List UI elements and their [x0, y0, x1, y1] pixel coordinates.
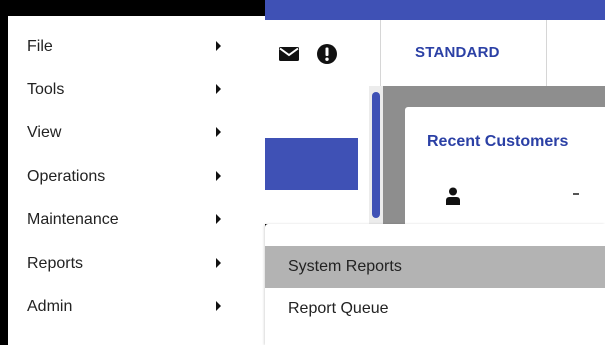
menu-item-reports[interactable]: Reports	[8, 249, 265, 292]
submenu-item-label: Report Queue	[288, 300, 389, 317]
submenu-item-label: System Reports	[288, 258, 402, 275]
menu-item-label: View	[27, 124, 62, 141]
menu-item-label: Maintenance	[27, 211, 119, 228]
left-panel-selected-bar[interactable]	[265, 138, 358, 190]
card-title: Recent Customers	[427, 133, 569, 150]
chevron-right-icon	[216, 127, 221, 137]
user-icon	[445, 187, 461, 205]
chevron-right-icon	[216, 171, 221, 181]
reports-submenu: System Reports Report Queue	[265, 224, 605, 345]
menu-item-tools[interactable]: Tools	[8, 75, 265, 118]
tab-standard-label: STANDARD	[415, 44, 500, 61]
mail-icon[interactable]	[277, 42, 301, 66]
menu-item-label: Operations	[27, 168, 106, 185]
recent-customers-card: Recent Customers	[405, 107, 605, 224]
menu-item-view[interactable]: View	[8, 118, 265, 161]
app-top-bar	[265, 0, 605, 20]
screen: STANDARD Recent Customers File Tools Vie…	[0, 0, 605, 345]
submenu-item-report-queue[interactable]: Report Queue	[265, 288, 605, 330]
tab-standard[interactable]: STANDARD	[380, 20, 547, 86]
app-header: STANDARD	[265, 20, 605, 87]
sort-indicator	[573, 193, 579, 195]
menu-item-label: Reports	[27, 255, 84, 272]
menu-item-label: Tools	[27, 81, 65, 98]
submenu-item-system-reports[interactable]: System Reports	[265, 246, 605, 288]
menu-item-file[interactable]: File	[8, 32, 265, 75]
chevron-right-icon	[216, 214, 221, 224]
main-menu: File Tools View Operations Maintenance R…	[8, 16, 265, 345]
menu-item-admin[interactable]: Admin	[8, 292, 265, 335]
chevron-right-icon	[216, 41, 221, 51]
menu-item-operations[interactable]: Operations	[8, 162, 265, 205]
chevron-right-icon	[216, 301, 221, 311]
menu-item-label: Admin	[27, 298, 73, 315]
chevron-right-icon	[216, 258, 221, 268]
left-panel	[265, 86, 370, 224]
scrollbar-thumb[interactable]	[372, 92, 380, 218]
chevron-right-icon	[216, 84, 221, 94]
menu-item-maintenance[interactable]: Maintenance	[8, 205, 265, 248]
alert-icon[interactable]	[315, 42, 339, 66]
menu-item-label: File	[27, 38, 53, 55]
